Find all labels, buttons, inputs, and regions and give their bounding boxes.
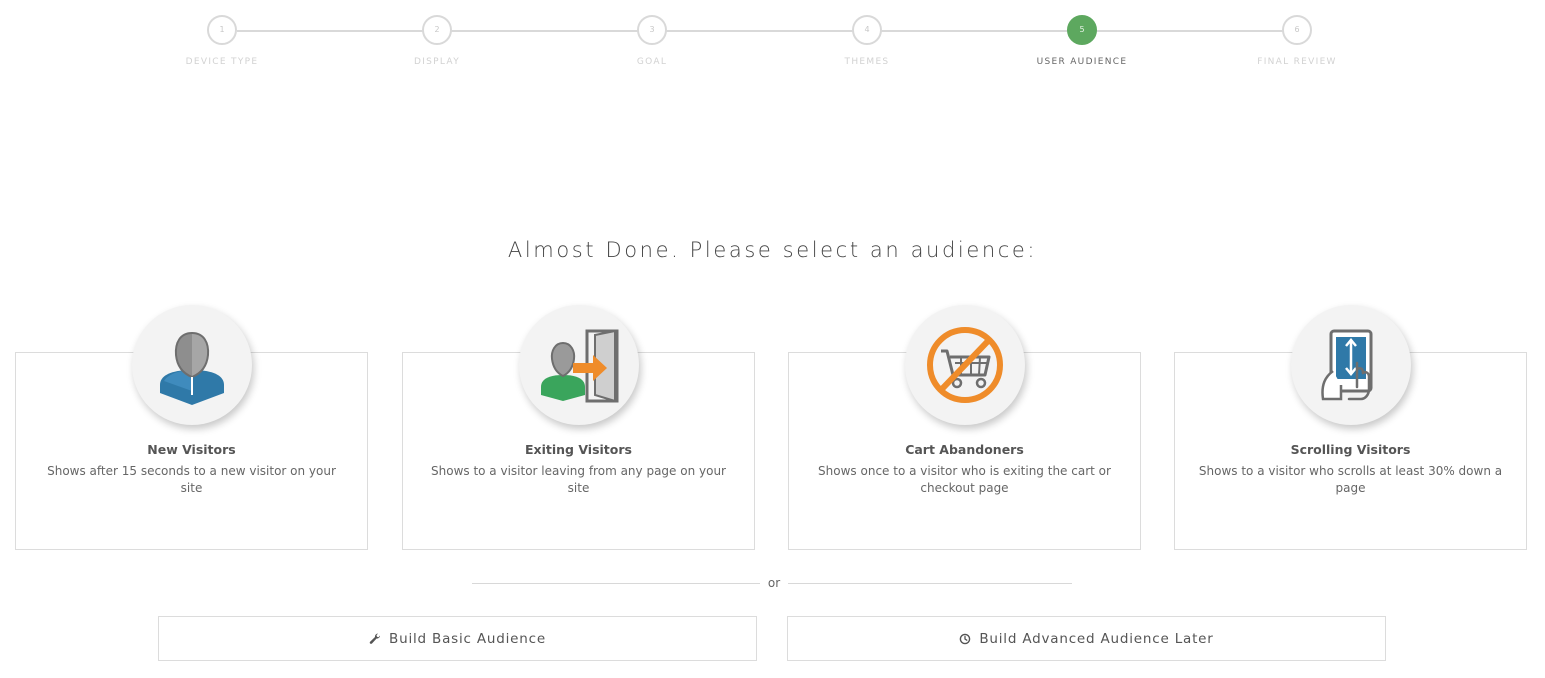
button-label: Build Basic Audience — [389, 630, 546, 647]
new-visitor-icon — [131, 305, 252, 425]
build-basic-audience-button[interactable]: Build Basic Audience — [158, 616, 757, 661]
card-description: Shows once to a visitor who is exiting t… — [818, 464, 1111, 495]
audience-card-new-visitors[interactable]: New Visitors Shows after 15 seconds to a… — [15, 305, 368, 550]
step-label-active: USER AUDIENCE — [1036, 57, 1128, 67]
button-label: Build Advanced Audience Later — [979, 630, 1214, 647]
step-label: FINAL REVIEW — [1257, 57, 1337, 67]
step-device-type[interactable]: 1 DEVICE TYPE — [142, 15, 302, 67]
build-advanced-audience-later-button[interactable]: Build Advanced Audience Later — [787, 616, 1386, 661]
step-goal[interactable]: 3 GOAL — [572, 15, 732, 67]
step-label: DISPLAY — [413, 57, 460, 67]
card-title: New Visitors — [147, 442, 236, 457]
scrolling-visitor-icon — [1290, 305, 1411, 425]
card-title: Scrolling Visitors — [1290, 442, 1411, 457]
card-description: Shows to a visitor who scrolls at least … — [1198, 464, 1503, 495]
audience-card-scrolling-visitors[interactable]: Scrolling Visitors Shows to a visitor wh… — [1174, 305, 1527, 550]
step-number: 4 — [852, 15, 882, 45]
card-description: Shows after 15 seconds to a new visitor … — [47, 464, 336, 495]
divider-line-left — [472, 583, 760, 584]
step-number: 1 — [207, 15, 237, 45]
step-themes[interactable]: 4 THEMES — [787, 15, 947, 67]
step-final-review[interactable]: 6 FINAL REVIEW — [1217, 15, 1377, 67]
step-number-active: 5 — [1067, 15, 1097, 45]
card-title: Cart Abandoners — [905, 442, 1024, 457]
cart-abandoner-icon — [904, 305, 1025, 425]
exiting-visitor-icon — [518, 305, 639, 425]
divider-or-text: or — [767, 576, 781, 590]
audience-card-cart-abandoners[interactable]: Cart Abandoners Shows once to a visitor … — [788, 305, 1141, 550]
step-label: THEMES — [844, 57, 890, 67]
divider-line-right — [788, 583, 1072, 584]
card-description: Shows to a visitor leaving from any page… — [431, 464, 726, 495]
audience-card-exiting-visitors[interactable]: Exiting Visitors Shows to a visitor leav… — [402, 305, 755, 550]
card-title: Exiting Visitors — [525, 442, 632, 457]
step-display[interactable]: 2 DISPLAY — [357, 15, 517, 67]
page-heading: Almost Done. Please select an audience: — [507, 238, 1038, 262]
wrench-icon — [369, 633, 381, 645]
step-number: 6 — [1282, 15, 1312, 45]
clock-icon — [959, 633, 971, 645]
step-number: 3 — [637, 15, 667, 45]
progress-stepper: 1 DEVICE TYPE 2 DISPLAY 3 GOAL 4 THEMES … — [0, 0, 1545, 80]
step-user-audience[interactable]: 5 USER AUDIENCE — [1002, 15, 1162, 67]
step-label: GOAL — [636, 57, 668, 67]
step-number: 2 — [422, 15, 452, 45]
step-label: DEVICE TYPE — [185, 57, 259, 67]
